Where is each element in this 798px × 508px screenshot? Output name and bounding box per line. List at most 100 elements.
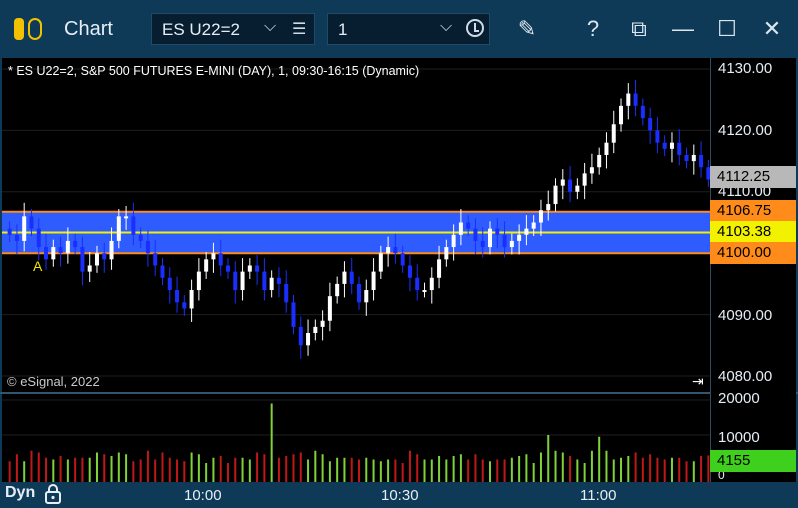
candle-body	[284, 283, 289, 303]
candle-body	[509, 240, 514, 248]
price-tick: 4120.00	[718, 122, 773, 139]
candle-body	[378, 253, 383, 272]
volume-bar	[234, 457, 237, 482]
volume-bar	[30, 450, 33, 482]
candle-body	[306, 333, 311, 346]
volume-bar	[336, 457, 339, 482]
volume-bar	[241, 457, 244, 482]
volume-bar	[576, 459, 579, 482]
candle-body	[182, 302, 187, 309]
volume-bar	[277, 457, 280, 482]
help-icon[interactable]: ?	[578, 13, 608, 45]
volume-bar	[299, 452, 302, 482]
volume-bar	[430, 459, 433, 482]
volume-bar	[285, 456, 288, 482]
candle-body	[51, 247, 56, 260]
window-title: Chart	[64, 18, 113, 40]
volume-bar	[539, 452, 542, 482]
volume-bar	[205, 463, 208, 482]
volume-bar	[66, 459, 69, 482]
symbol-value: ES U22=2	[162, 20, 240, 39]
list-menu-icon[interactable]: ☰	[292, 19, 306, 39]
candle-body	[560, 179, 565, 186]
volume-bar	[416, 454, 419, 482]
interval-selector[interactable]: 1 ⌵	[327, 13, 490, 45]
title-bar: Chart ES U22=2 ⌵ ☰ 1 ⌵ ✎ ? ⧉ — ☐ ✕	[0, 0, 798, 58]
volume-bar	[692, 461, 695, 482]
volume-bar	[292, 454, 295, 482]
symbol-selector[interactable]: ES U22=2 ⌵ ☰	[151, 13, 315, 45]
dynamic-mode-label[interactable]: Dyn	[5, 484, 35, 502]
volume-bar	[212, 457, 215, 482]
candle-body	[58, 247, 63, 254]
volume-bar	[183, 461, 186, 482]
volume-bar	[139, 459, 142, 482]
volume-bar	[197, 454, 200, 482]
volume-bar	[590, 450, 593, 482]
volume-pane[interactable]	[2, 394, 710, 482]
candle-body	[517, 234, 522, 241]
volume-bar	[52, 459, 55, 482]
candle-body	[218, 253, 223, 266]
candle-body	[480, 240, 485, 248]
candle-body	[94, 253, 99, 266]
clock-icon[interactable]	[466, 19, 484, 37]
volume-bar	[168, 457, 171, 482]
volume-bar	[176, 459, 179, 482]
candle-body	[36, 228, 41, 248]
window-icon[interactable]: ⧉	[624, 13, 654, 45]
chevron-down-icon[interactable]: ⌵	[440, 18, 452, 36]
candle-body	[575, 185, 580, 192]
volume-bar	[605, 450, 608, 482]
volume-bar	[8, 461, 11, 482]
minimize-icon[interactable]: —	[670, 13, 696, 45]
maximize-icon[interactable]: ☐	[714, 13, 740, 45]
volume-bar	[649, 454, 652, 482]
candle-body	[531, 222, 536, 229]
volume-bar	[37, 452, 40, 482]
copyright-text: © eSignal, 2022	[7, 374, 100, 389]
candle-body	[225, 265, 230, 272]
candle-body	[327, 296, 332, 321]
pencil-icon[interactable]: ✎	[510, 13, 544, 45]
volume-bar	[132, 461, 135, 482]
volume-badge: 4155	[710, 450, 796, 472]
candle-body	[65, 240, 70, 254]
volume-bar	[110, 456, 113, 482]
candle-body	[553, 185, 558, 205]
volume-bar	[445, 459, 448, 482]
candle-body	[109, 240, 114, 260]
volume-bar	[438, 456, 441, 482]
volume-bar	[554, 450, 557, 482]
midline-badge: 4103.38	[710, 221, 796, 243]
volume-bar	[561, 452, 564, 482]
candle-body	[116, 216, 121, 241]
scroll-to-end-icon[interactable]: ⇥	[692, 373, 704, 390]
volume-bar	[307, 459, 310, 482]
chevron-down-icon[interactable]: ⌵	[264, 18, 276, 36]
volume-bar	[663, 459, 666, 482]
volume-bar	[365, 457, 368, 482]
volume-bar	[656, 457, 659, 482]
close-icon[interactable]: ✕	[758, 13, 786, 45]
candle-body	[568, 179, 573, 192]
candle-body	[407, 265, 412, 278]
price-chart-pane[interactable]	[2, 58, 711, 394]
time-label: 10:00	[184, 487, 222, 504]
candle-body	[124, 216, 129, 219]
candle-body	[488, 228, 493, 248]
candle-body	[437, 259, 442, 278]
volume-bar	[423, 459, 426, 482]
volume-bar	[547, 435, 550, 482]
volume-bar	[634, 452, 637, 482]
candle-body	[167, 277, 172, 291]
volume-bar	[146, 450, 149, 482]
candle-body	[320, 320, 325, 327]
candle-body	[444, 247, 449, 260]
volume-bar	[670, 457, 673, 482]
volume-bar	[481, 459, 484, 482]
candle-body	[189, 290, 194, 309]
volume-bar	[117, 452, 120, 482]
candle-body	[262, 271, 267, 291]
lock-icon[interactable]	[44, 484, 62, 504]
